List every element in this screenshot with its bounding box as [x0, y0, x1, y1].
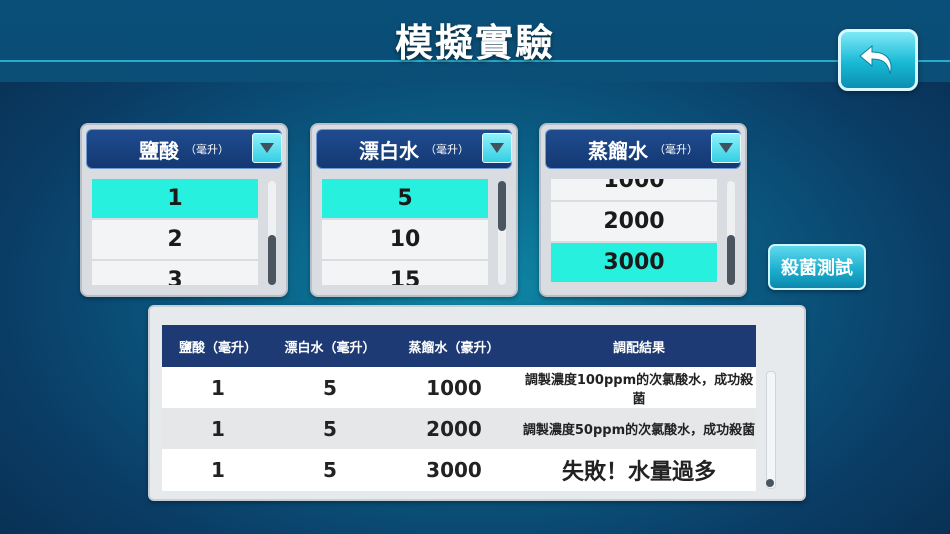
list-item[interactable]: 15 [322, 261, 488, 285]
back-button[interactable] [838, 29, 918, 91]
table-row: 1 5 1000 調製濃度100ppm的次氯酸水，成功殺菌 [162, 367, 756, 408]
list-item[interactable]: 2000 [551, 202, 717, 241]
results-panel: 鹽酸（毫升） 漂白水（毫升） 蒸餾水（豪升） 調配結果 1 5 1000 調製濃… [148, 305, 806, 501]
cell-water: 3000 [426, 457, 482, 482]
selector-label: 漂白水 [359, 138, 419, 163]
triangle-down-icon [719, 143, 733, 153]
list-item[interactable]: 2 [92, 220, 258, 259]
scrollbar-thumb[interactable] [498, 181, 506, 231]
cell-result: 失敗！水量過多 [561, 459, 716, 485]
table-row: 1 5 3000 失敗！水量過多 [162, 449, 756, 490]
list-item[interactable]: 10 [322, 220, 488, 259]
option-list[interactable]: 1000 2000 3000 [551, 179, 717, 285]
scrollbar-thumb[interactable] [766, 479, 774, 487]
results-table: 鹽酸（毫升） 漂白水（毫升） 蒸餾水（豪升） 調配結果 1 5 1000 調製濃… [162, 325, 756, 491]
option-list[interactable]: 5 10 15 [322, 179, 488, 285]
dropdown-button[interactable] [252, 133, 282, 163]
cell-result: 調製濃度100ppm的次氯酸水，成功殺菌 [524, 372, 754, 407]
dropdown-button[interactable] [711, 133, 741, 163]
selector-distilled-water: 蒸餾水 （毫升） 1000 2000 3000 [539, 123, 747, 297]
option-list[interactable]: 1 2 3 [92, 179, 258, 285]
selector-label: 鹽酸 [139, 138, 179, 163]
list-item[interactable]: 3 [92, 261, 258, 285]
selector-label: 蒸餾水 [588, 138, 648, 163]
table-row: 1 5 2000 調製濃度50ppm的次氯酸水，成功殺菌 [162, 408, 756, 449]
cell-bleach: 5 [323, 375, 337, 400]
column-header: 漂白水（毫升） [284, 340, 376, 356]
scrollbar-thumb[interactable] [727, 235, 735, 285]
list-item[interactable]: 3000 [551, 243, 717, 282]
triangle-down-icon [490, 143, 504, 153]
scrollbar-track[interactable] [766, 371, 776, 489]
column-header: 鹽酸（毫升） [178, 340, 257, 356]
cell-hcl: 1 [211, 375, 225, 400]
selector-unit: （毫升） [425, 143, 469, 156]
undo-arrow-icon [859, 44, 892, 75]
table-header: 鹽酸（毫升） 漂白水（毫升） 蒸餾水（豪升） 調配結果 [162, 325, 756, 367]
cell-hcl: 1 [211, 457, 225, 482]
sterilize-test-button[interactable]: 殺菌測試 [768, 244, 866, 290]
list-item[interactable]: 5 [322, 179, 488, 218]
cell-water: 2000 [426, 416, 482, 441]
column-header: 調配結果 [612, 340, 665, 356]
column-header: 蒸餾水（豪升） [408, 340, 500, 356]
cell-bleach: 5 [323, 457, 337, 482]
cell-hcl: 1 [211, 416, 225, 441]
cell-result: 調製濃度50ppm的次氯酸水，成功殺菌 [522, 423, 756, 438]
selector-unit: （毫升） [654, 143, 698, 156]
selector-unit: （毫升） [185, 143, 229, 156]
scrollbar-thumb[interactable] [268, 235, 276, 285]
cell-water: 1000 [426, 375, 482, 400]
triangle-down-icon [260, 143, 274, 153]
list-item[interactable]: 1000 [551, 179, 717, 200]
page-title: 模擬實驗 [394, 21, 555, 65]
cell-bleach: 5 [323, 416, 337, 441]
dropdown-button[interactable] [482, 133, 512, 163]
selector-bleach: 漂白水 （毫升） 5 10 15 [310, 123, 518, 297]
selector-hcl: 鹽酸 （毫升） 1 2 3 [80, 123, 288, 297]
list-item[interactable]: 1 [92, 179, 258, 218]
